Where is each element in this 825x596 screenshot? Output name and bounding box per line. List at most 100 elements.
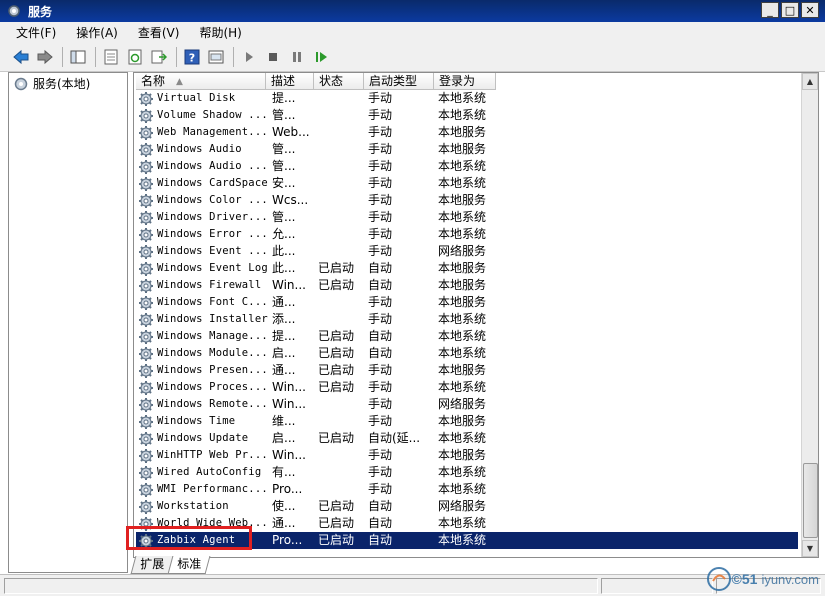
column-header-state[interactable]: 状态	[314, 73, 364, 90]
service-desc: 通...	[272, 363, 296, 377]
service-name: Windows CardSpace	[157, 177, 268, 189]
minimize-button[interactable]: _	[761, 2, 779, 18]
table-row[interactable]: Windows Presen... 通... 已启动 手动 本地服务	[136, 362, 798, 379]
service-name-cell: Windows Proces...	[136, 379, 268, 396]
service-desc: Win...	[272, 380, 306, 394]
service-gear-icon	[139, 210, 153, 225]
table-row[interactable]: WinHTTP Web Pr... Win... 手动 本地服务	[136, 447, 798, 464]
column-header-logon[interactable]: 登录为	[434, 73, 496, 90]
table-row[interactable]: Windows Color ... Wcs... 手动 本地服务	[136, 192, 798, 209]
table-row[interactable]: Windows Time 维... 手动 本地服务	[136, 413, 798, 430]
table-row[interactable]: WMI Performanc... Pro... 手动 本地系统	[136, 481, 798, 498]
table-row[interactable]: Windows Event ... 此... 手动 网络服务	[136, 243, 798, 260]
stop-icon[interactable]	[262, 46, 284, 68]
table-row[interactable]: Windows Event Log 此... 已启动 自动 本地服务	[136, 260, 798, 277]
menu-help[interactable]: 帮助(H)	[189, 24, 251, 41]
service-name: Windows Remote...	[157, 398, 268, 410]
service-name-cell: Windows Manage...	[136, 328, 268, 345]
service-gear-icon	[139, 261, 153, 276]
service-name: Windows Presen...	[157, 364, 268, 376]
service-state	[316, 447, 366, 464]
table-row[interactable]: Windows Manage... 提... 已启动 自动 本地系统	[136, 328, 798, 345]
scrollbar-thumb[interactable]	[803, 463, 818, 538]
service-name-cell: Windows Module...	[136, 345, 268, 362]
column-header-name[interactable]: 名称 ▲	[136, 73, 266, 90]
service-start-type: 手动	[368, 227, 393, 241]
help-icon[interactable]: ?	[181, 46, 203, 68]
service-gear-icon	[139, 244, 153, 259]
pause-icon[interactable]	[286, 46, 308, 68]
table-row[interactable]: Windows CardSpace 安... 手动 本地系统	[136, 175, 798, 192]
properties-icon[interactable]	[100, 46, 122, 68]
table-row[interactable]: Windows Audio 管... 手动 本地服务	[136, 141, 798, 158]
column-header-start-type[interactable]: 启动类型	[364, 73, 434, 90]
toolbar: ?	[0, 42, 825, 72]
service-gear-icon	[139, 125, 153, 140]
service-name: WMI Performanc...	[157, 483, 268, 495]
table-row[interactable]: Web Management... Web... 手动 本地服务	[136, 124, 798, 141]
column-header-desc[interactable]: 描述	[266, 73, 314, 90]
start-icon[interactable]	[238, 46, 260, 68]
table-row[interactable]: Windows Font C... 通... 手动 本地服务	[136, 294, 798, 311]
tree-item-services-local[interactable]: 服务(本地)	[13, 75, 90, 92]
maximize-button[interactable]: □	[781, 2, 799, 18]
table-row[interactable]: Windows Firewall Win... 已启动 自动 本地服务	[136, 277, 798, 294]
table-row[interactable]: Windows Audio ... 管... 手动 本地系统	[136, 158, 798, 175]
toolbar-separator	[233, 46, 234, 67]
table-row[interactable]: Windows Module... 启... 已启动 自动 本地系统	[136, 345, 798, 362]
tab-extended[interactable]: 扩展	[130, 556, 174, 574]
service-gear-icon	[139, 227, 153, 242]
export-list-icon[interactable]	[148, 46, 170, 68]
table-row[interactable]: Windows Update 启... 已启动 自动(延... 本地系统	[136, 430, 798, 447]
table-row[interactable]: Windows Remote... Win... 手动 网络服务	[136, 396, 798, 413]
close-button[interactable]: ✕	[801, 2, 819, 18]
service-name-cell: Windows Error ...	[136, 226, 268, 243]
service-name-cell: Windows Audio	[136, 141, 268, 158]
service-start-type: 手动	[368, 397, 393, 411]
console-icon[interactable]	[205, 46, 227, 68]
table-row[interactable]: Windows Error ... 允... 手动 本地系统	[136, 226, 798, 243]
show-hide-tree-icon[interactable]	[67, 46, 89, 68]
table-row[interactable]: Wired AutoConfig 有... 手动 本地系统	[136, 464, 798, 481]
service-state	[316, 209, 366, 226]
menu-bar: 文件(F) 操作(A) 查看(V) 帮助(H)	[0, 22, 825, 42]
service-logon: 本地服务	[438, 261, 487, 275]
service-name-cell: Windows Remote...	[136, 396, 268, 413]
service-gear-icon	[139, 363, 153, 378]
scroll-down-icon[interactable]: ▼	[802, 540, 818, 557]
service-start-type: 手动	[368, 448, 393, 462]
table-row[interactable]: Windows Proces... Win... 已启动 手动 本地系统	[136, 379, 798, 396]
service-name-cell: Windows Font C...	[136, 294, 268, 311]
service-logon: 本地服务	[438, 448, 487, 462]
table-row[interactable]: Volume Shadow ... 管... 手动 本地系统	[136, 107, 798, 124]
service-logon: 本地服务	[438, 363, 487, 377]
service-logon: 本地系统	[438, 516, 487, 530]
service-state: 已启动	[318, 329, 355, 343]
table-row[interactable]: Windows Driver... 管... 手动 本地系统	[136, 209, 798, 226]
status-panel	[4, 578, 598, 594]
service-logon: 本地系统	[438, 465, 487, 479]
service-name: Windows Module...	[157, 347, 268, 359]
back-icon[interactable]	[10, 46, 32, 68]
menu-file[interactable]: 文件(F)	[0, 24, 66, 41]
service-name: Virtual Disk	[157, 92, 236, 104]
service-name: Windows Firewall	[157, 279, 262, 291]
scroll-up-icon[interactable]: ▲	[802, 73, 818, 90]
table-row[interactable]: Workstation 使... 已启动 自动 网络服务	[136, 498, 798, 515]
table-row[interactable]: Windows Installer 添... 手动 本地系统	[136, 311, 798, 328]
status-panel	[601, 578, 713, 594]
vertical-scrollbar[interactable]: ▲ ▼	[801, 73, 818, 557]
restart-icon[interactable]	[310, 46, 332, 68]
service-name-cell: Windows Firewall	[136, 277, 268, 294]
menu-view[interactable]: 查看(V)	[128, 24, 190, 41]
menu-action[interactable]: 操作(A)	[66, 24, 128, 41]
service-start-type: 手动	[368, 380, 393, 394]
refresh-icon[interactable]	[124, 46, 146, 68]
table-row[interactable]: Virtual Disk 提... 手动 本地系统	[136, 90, 798, 107]
service-name: Windows Color ...	[157, 194, 268, 206]
service-gear-icon	[139, 346, 153, 361]
service-gear-icon	[139, 295, 153, 310]
forward-icon[interactable]	[34, 46, 56, 68]
service-state	[316, 311, 366, 328]
tab-standard[interactable]: 标准	[167, 556, 211, 574]
